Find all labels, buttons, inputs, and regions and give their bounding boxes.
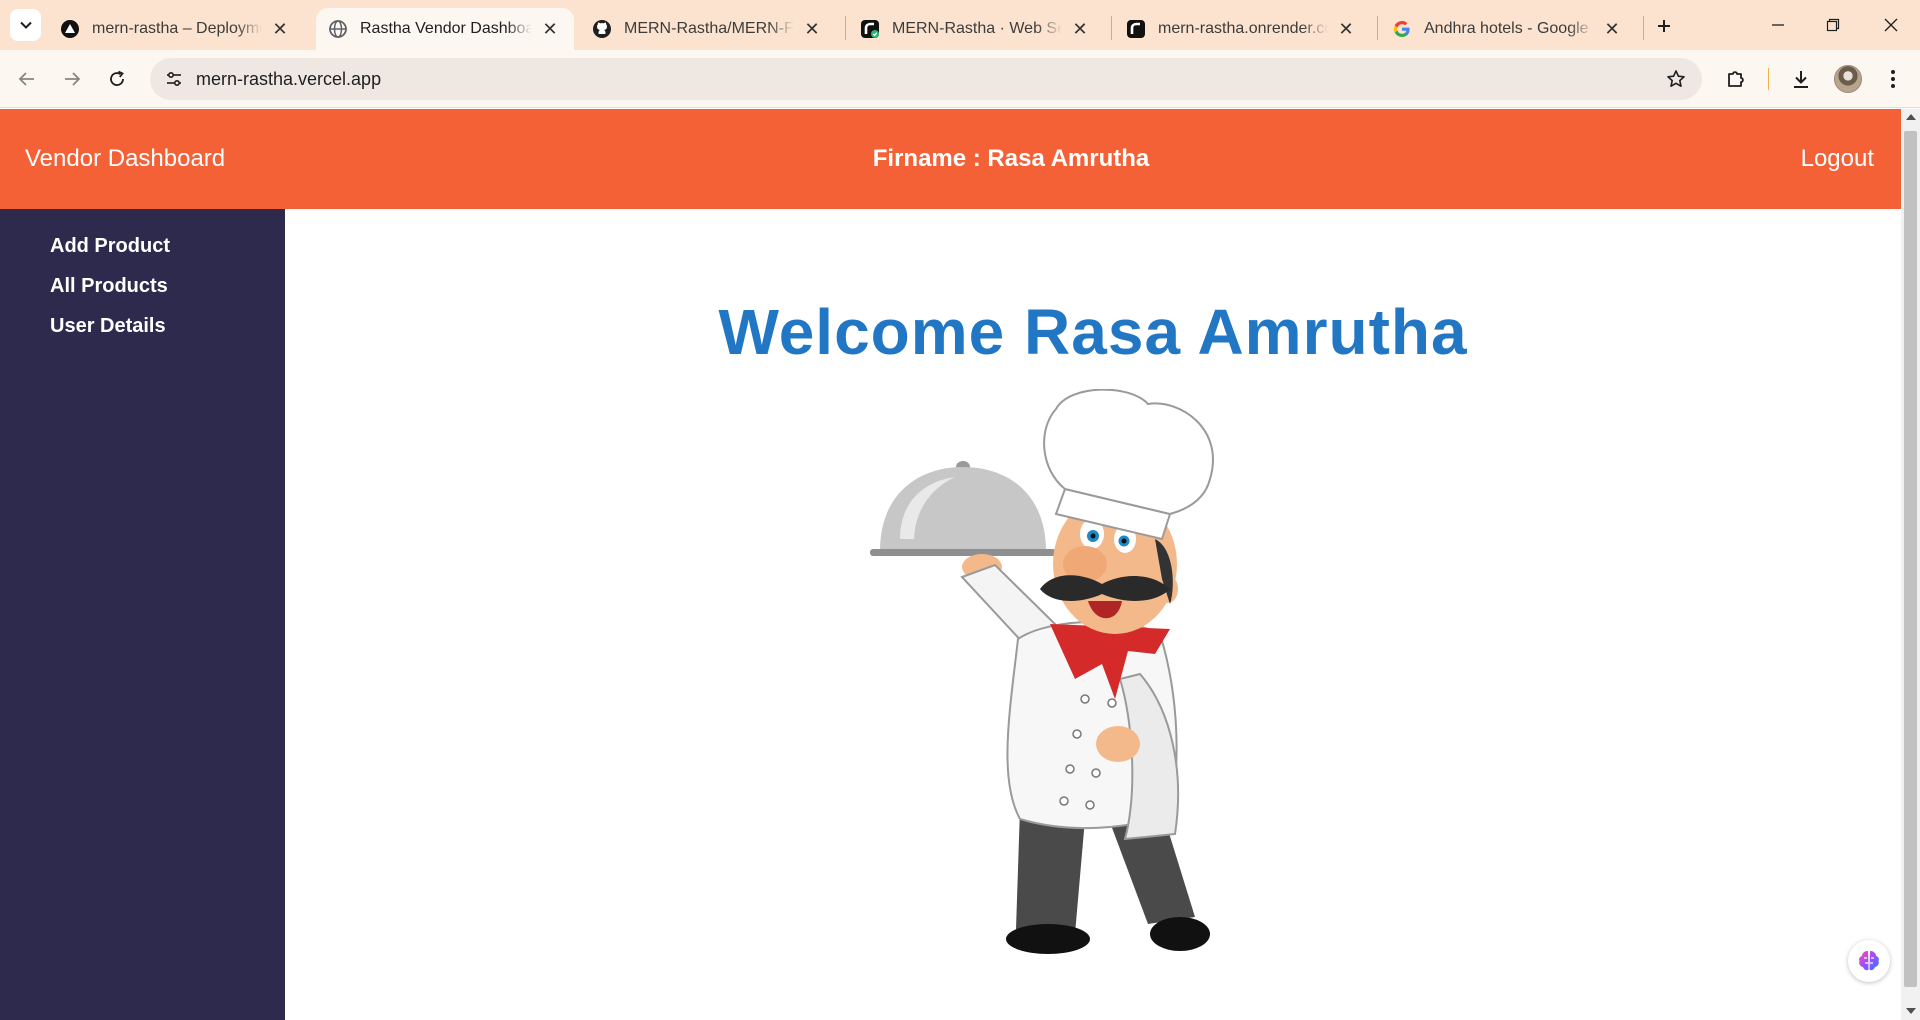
brain-icon [1859,951,1879,971]
close-icon [1884,18,1898,32]
chef-illustration [870,389,1214,954]
chevron-down-icon [19,21,32,29]
vendor-dashboard-page: Vendor Dashboard Firname : Rasa Amrutha … [0,109,1901,1020]
arrow-right-icon [65,72,81,86]
tab-divider [845,16,846,40]
tab-title: mern-rastha – Deployment [92,20,262,37]
arrow-left-icon [18,72,34,86]
toolbar-divider [1768,68,1769,90]
download-icon [1794,71,1808,88]
firm-name-label: Firname : Rasa Amrutha [872,145,1150,172]
render-icon [1126,19,1146,39]
close-icon[interactable]: ✕ [1070,19,1090,39]
close-icon[interactable]: ✕ [1336,19,1356,39]
tab-vercel-deployment[interactable]: mern-rastha – Deployment ✕ [48,8,304,50]
sidebar-item-user-details[interactable]: User Details [50,315,166,338]
tab-title: MERN-Rastha/MERN-Front [624,20,794,37]
bookmark-star-icon[interactable] [1664,67,1688,91]
browser-menu-button[interactable] [1878,64,1908,94]
globe-icon [328,19,348,39]
tab-render-web-service[interactable]: MERN-Rastha · Web Servic ✕ [848,8,1104,50]
google-icon [1392,19,1412,39]
sidebar: Add Product All Products User Details [0,209,285,1020]
main-content: Welcome Rasa Amrutha [285,209,1901,1020]
tab-title: Rastha Vendor Dashboard [360,20,532,37]
address-bar[interactable]: mern-rastha.vercel.app [150,58,1702,100]
render-icon [860,19,880,39]
scroll-up-arrow-icon[interactable] [1906,114,1916,120]
profile-avatar[interactable] [1834,65,1862,93]
minimize-icon [1772,24,1784,26]
tab-title: mern-rastha.onrender.com [1158,20,1328,37]
tab-divider [1111,16,1112,40]
site-info-icon[interactable] [162,67,186,91]
scrollbar-thumb[interactable] [1904,131,1917,987]
tab-onrender[interactable]: mern-rastha.onrender.com ✕ [1114,8,1370,50]
top-navbar: Vendor Dashboard Firname : Rasa Amrutha … [0,109,1901,209]
tab-search-button[interactable] [10,9,41,41]
reload-button[interactable] [100,62,134,96]
tab-title: Andhra hotels - Google Se [1424,20,1594,37]
close-icon[interactable]: ✕ [270,19,290,39]
restore-button[interactable] [1818,10,1848,40]
browser-tab-strip: mern-rastha – Deployment ✕ Rastha Vendor… [0,0,1920,50]
close-icon[interactable]: ✕ [802,19,822,39]
logout-button[interactable]: Logout [1801,145,1874,173]
page-scrollbar[interactable] [1901,109,1920,1020]
more-vert-icon [1891,70,1895,88]
url-text: mern-rastha.vercel.app [196,69,382,89]
sidebar-item-add-product[interactable]: Add Product [50,235,170,258]
new-tab-button[interactable] [1650,12,1678,40]
tab-divider [1643,16,1644,40]
welcome-heading: Welcome Rasa Amrutha [718,296,1468,368]
tab-title: MERN-Rastha · Web Servic [892,20,1062,37]
back-button[interactable] [10,62,44,96]
reload-icon [110,70,124,86]
plus-icon [1658,20,1670,32]
tab-github-repo[interactable]: MERN-Rastha/MERN-Front ✕ [580,8,836,50]
github-icon [592,19,612,39]
downloads-button[interactable] [1786,64,1816,94]
forward-button[interactable] [55,62,89,96]
tab-rastha-vendor-dashboard[interactable]: Rastha Vendor Dashboard ✕ [316,8,574,50]
ai-assistant-button[interactable] [1848,940,1890,982]
tab-google-search[interactable]: Andhra hotels - Google Se ✕ [1380,8,1636,50]
sidebar-item-all-products[interactable]: All Products [50,275,168,298]
extensions-button[interactable] [1721,64,1751,94]
browser-toolbar: mern-rastha.vercel.app [0,50,1920,108]
puzzle-icon [1728,71,1744,87]
window-close-button[interactable] [1876,10,1906,40]
scroll-down-arrow-icon[interactable] [1906,1008,1916,1014]
close-icon[interactable]: ✕ [540,19,560,39]
tab-divider [1377,16,1378,40]
minimize-button[interactable] [1763,10,1793,40]
close-icon[interactable]: ✕ [1602,19,1622,39]
vercel-icon [60,19,80,39]
restore-icon [1826,18,1840,32]
